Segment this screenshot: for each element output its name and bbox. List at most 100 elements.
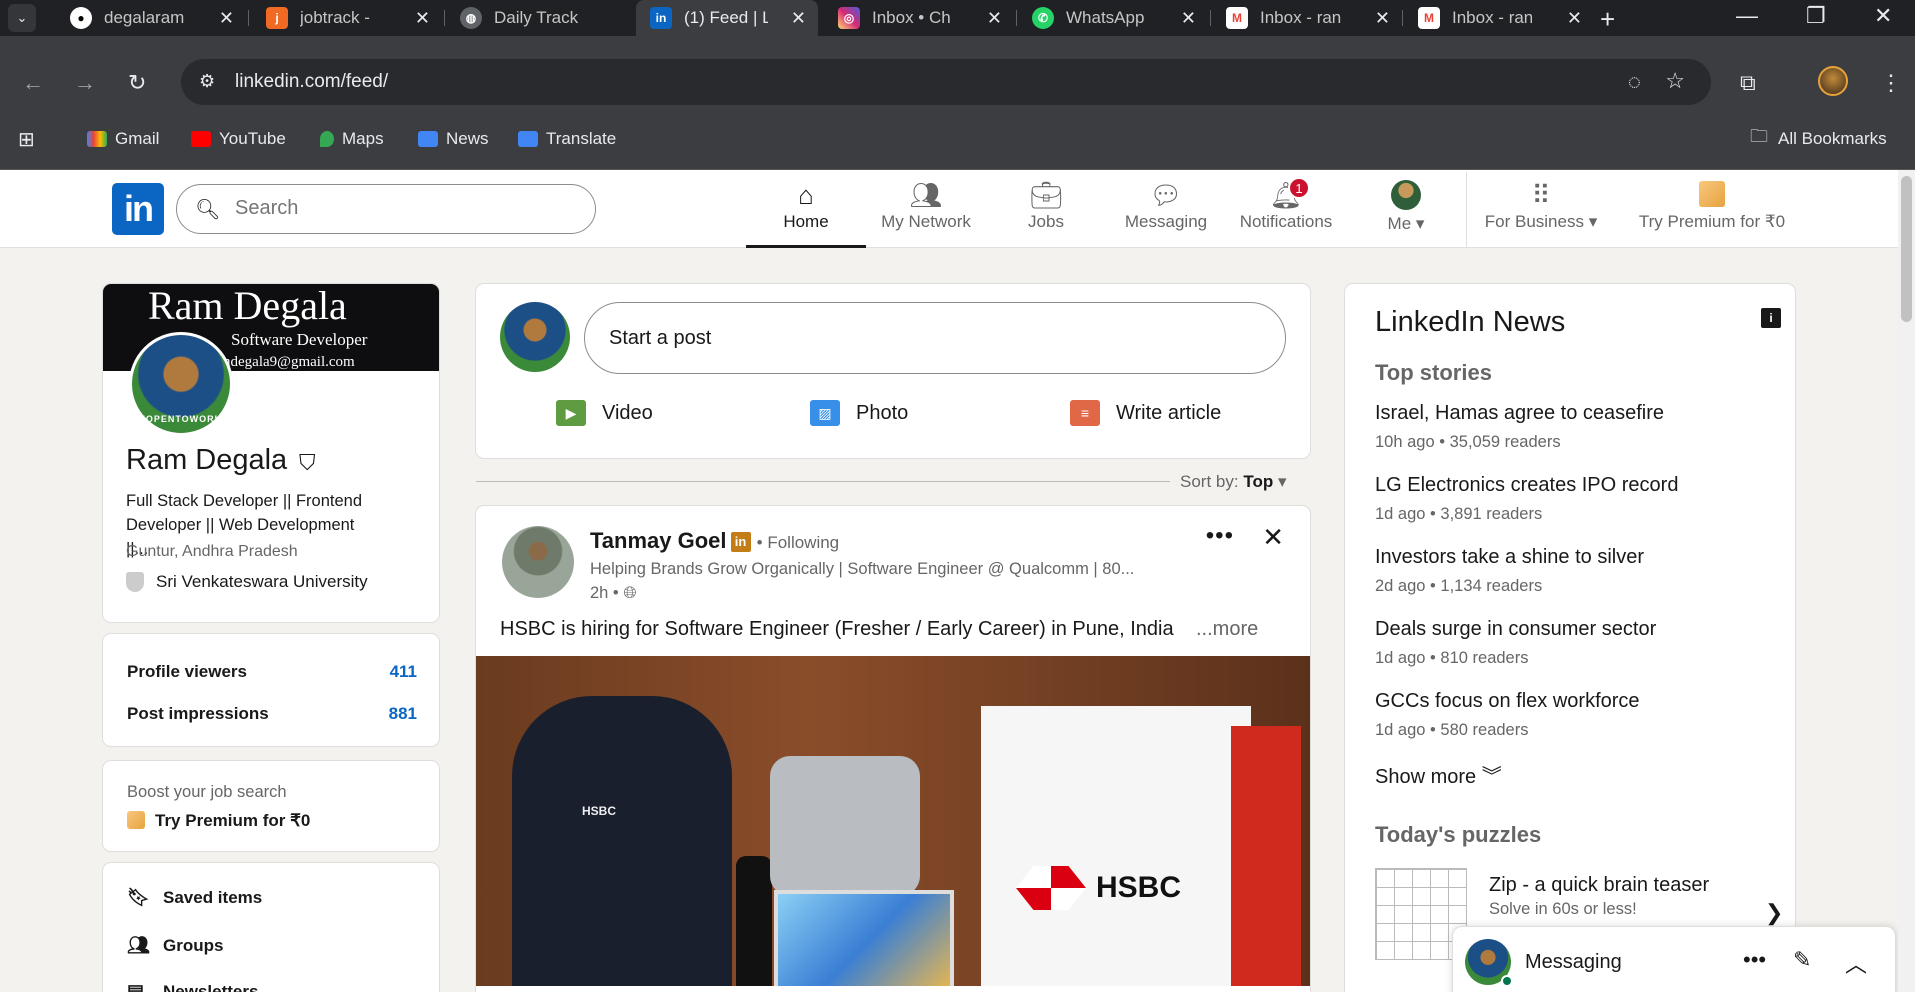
stat-profile-viewers[interactable]: Profile viewers 411 [127,662,417,682]
bookmark-maps[interactable]: Maps [320,126,384,152]
new-tab-plus-icon[interactable]: + [1600,4,1615,35]
story-title: Deals surge in consumer sector [1375,618,1657,640]
close-tab-icon[interactable]: ✕ [791,8,806,29]
apps-grid-icon[interactable]: ⊞ [18,126,35,152]
premium-icon [127,811,145,829]
browser-tab[interactable]: ◎ Inbox • Ch ✕ [824,0,1014,36]
post-image[interactable]: HSBC HSBC [476,656,1310,986]
tab-search-chevron-icon[interactable]: ⌄ [8,4,36,32]
bookmark-news[interactable]: News [418,126,489,152]
cover-name: Ram Degala [148,283,347,328]
nav-me[interactable]: Me ▾ [1346,178,1466,248]
all-bookmarks[interactable]: 🗀 All Bookmarks [1750,126,1887,152]
composer-avatar[interactable] [500,302,570,372]
close-tab-icon[interactable]: ✕ [415,8,430,29]
cover-email: ndegala9@gmail.com [223,354,355,370]
groups-link[interactable]: 👥︎ Groups [127,935,223,956]
start-post-input[interactable]: Start a post [584,302,1286,374]
browser-tab[interactable]: M Inbox - ran ✕ [1212,0,1402,36]
nav-try-premium[interactable]: Try Premium for ₹0 [1622,178,1802,248]
action-label: Photo [856,401,909,424]
nav-jobs[interactable]: 💼︎ Jobs [986,178,1106,248]
profile-name[interactable]: Ram Degala [126,444,287,477]
browser-tab-active[interactable]: in (1) Feed | L ✕ [636,0,818,36]
post-composer: Start a post ▶ Video ▨ Photo ≡ Write articl… [475,283,1311,459]
profile-stats-card: Profile viewers 411 Post impressions 881 [102,633,440,747]
reload-icon[interactable]: ↻ [128,70,146,96]
dismiss-post-icon[interactable]: ✕ [1262,522,1284,553]
article-icon: ≡ [1070,400,1100,426]
try-premium-link[interactable]: Try Premium for ₹0 [127,811,310,831]
url-text[interactable]: linkedin.com/feed/ [235,71,388,93]
nav-my-network[interactable]: 👥︎ My Network [866,178,986,248]
forward-arrow-icon[interactable]: → [74,70,96,96]
extensions-icon[interactable]: ⧉ [1740,70,1756,96]
bookmark-label: YouTube [219,129,286,148]
bookmark-gmail[interactable]: Gmail [87,126,159,152]
nav-home[interactable]: ⌂ Home [746,178,866,248]
linkedin-premium-badge-icon: in [730,532,751,552]
close-tab-icon[interactable]: ✕ [1567,8,1582,29]
globe-icon: 🌐︎ [623,584,637,602]
saved-items-link[interactable]: 🔖︎ Saved items [127,887,262,908]
close-tab-icon[interactable]: ✕ [987,8,1002,29]
nav-label: Messaging [1124,212,1208,231]
video-icon: ▶ [556,400,586,426]
see-more-link[interactable]: ...more [1196,618,1258,641]
browser-tab[interactable]: ● degalaram ✕ [56,0,246,36]
sort-by-dropdown[interactable]: Sort by: Top ▾ [1180,472,1287,492]
news-story[interactable]: Deals surge in consumer sector 1d ago • 8… [1375,618,1785,668]
news-story[interactable]: GCCs focus on flex workforce 1d ago • 580… [1375,690,1785,740]
linkedin-logo[interactable]: in [112,183,164,235]
compose-message-icon[interactable]: ✎ [1793,947,1811,973]
profile-school[interactable]: Sri Venkateswara University [126,572,368,592]
address-bar[interactable]: ⚙ linkedin.com/feed/ ◌ ☆ [181,59,1711,105]
news-story[interactable]: Israel, Hamas agree to ceasefire 10h ago … [1375,402,1785,452]
browser-tab[interactable]: ✆ WhatsApp ✕ [1018,0,1208,36]
browser-tab[interactable]: ◍ Daily Track [446,0,636,36]
chevron-up-icon[interactable]: ︿ [1845,947,1867,979]
bookmark-translate[interactable]: Translate [518,126,616,152]
messaging-overlay[interactable]: Messaging ••• ✎ ︿ [1452,926,1896,992]
video-button[interactable]: ▶ Video [556,400,653,426]
eye-slash-icon[interactable]: ◌ [1628,69,1641,95]
info-icon[interactable]: i [1761,308,1781,328]
close-tab-icon[interactable]: ✕ [1375,8,1390,29]
restore-icon[interactable]: ❐ [1806,3,1826,29]
search-box[interactable]: 🔍︎ [176,184,596,234]
bookmark-youtube[interactable]: YouTube [191,126,286,152]
bookmark-star-icon[interactable]: ☆ [1665,68,1685,94]
author-subtitle: Helping Brands Grow Organically | Softwa… [590,560,1135,578]
close-tab-icon[interactable]: ✕ [1181,8,1196,29]
premium-card[interactable]: Boost your job search Try Premium for ₹0 [102,760,440,852]
news-story[interactable]: Investors take a shine to silver 2d ago •… [1375,546,1785,596]
messaging-options-icon[interactable]: ••• [1743,947,1766,973]
news-story[interactable]: LG Electronics creates IPO record 1d ago … [1375,474,1785,524]
stat-post-impressions[interactable]: Post impressions 881 [127,704,417,724]
author-name[interactable]: Tanmay Goel [590,528,727,553]
nav-messaging[interactable]: 💬︎ Messaging [1106,178,1226,248]
browser-profile-avatar[interactable] [1818,66,1848,96]
search-input[interactable] [235,197,575,220]
story-meta: 1d ago • 810 readers [1375,649,1529,667]
show-more-button[interactable]: Show more ︾ [1375,760,1502,789]
scrollbar-thumb[interactable] [1901,176,1912,322]
browser-tab[interactable]: j jobtrack - ✕ [252,0,442,36]
write-article-button[interactable]: ≡ Write article [1070,400,1221,426]
nav-notifications[interactable]: 🔔︎ Notifications [1226,178,1346,248]
back-arrow-icon[interactable]: ← [22,70,44,96]
author-avatar[interactable] [502,526,574,598]
minimize-icon[interactable]: — [1736,3,1758,29]
puzzle-title[interactable]: Zip - a quick brain teaser [1489,874,1709,897]
post-options-icon[interactable]: ••• [1206,522,1234,550]
window-close-icon[interactable]: ✕ [1874,3,1892,29]
close-tab-icon[interactable]: ✕ [219,8,234,29]
newsletters-link[interactable]: ▤ Newsletters [127,981,258,992]
caret-down-icon: ▾ [1411,214,1425,233]
photo-button[interactable]: ▨ Photo [810,400,908,426]
nav-for-business[interactable]: ⠿ For Business ▾ [1476,178,1606,248]
site-info-icon[interactable]: ⚙ [199,71,215,92]
browser-tab[interactable]: M Inbox - ran ✕ [1404,0,1594,36]
browser-menu-icon[interactable]: ⋮ [1880,70,1902,96]
chevron-right-icon[interactable]: ❯ [1765,900,1783,926]
